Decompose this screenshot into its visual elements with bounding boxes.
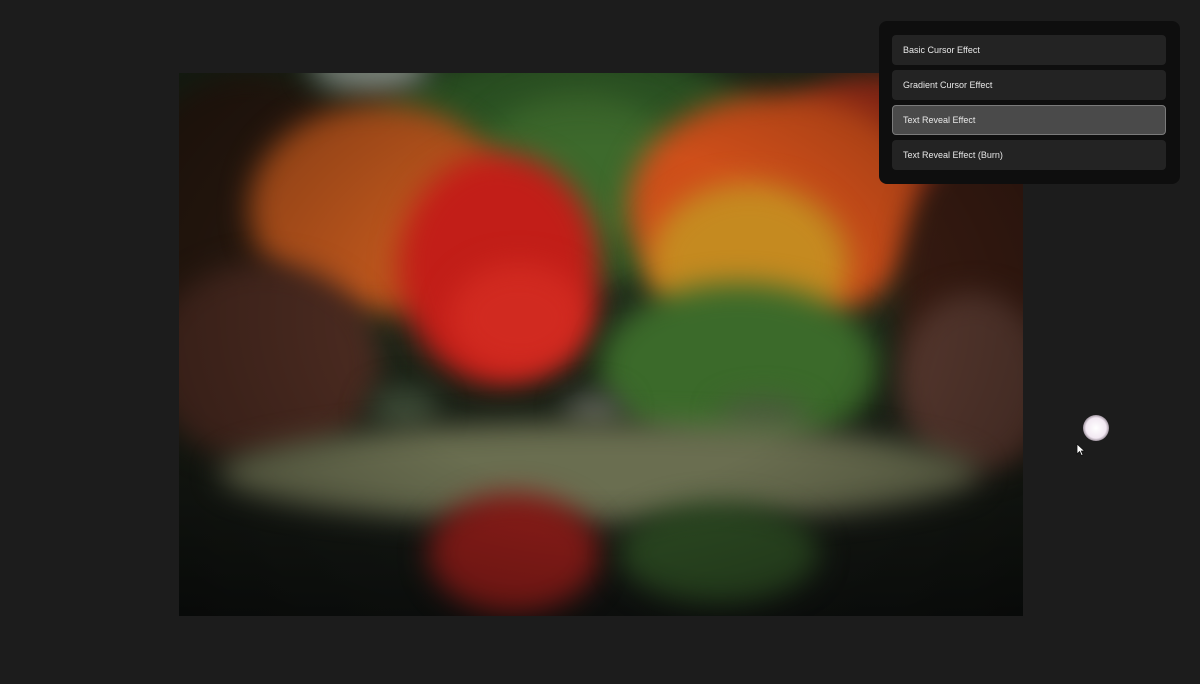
effects-menu: Basic Cursor Effect Gradient Cursor Effe… xyxy=(879,21,1180,184)
menu-item-gradient-cursor-effect[interactable]: Gradient Cursor Effect xyxy=(892,70,1166,100)
menu-item-text-reveal-effect-burn[interactable]: Text Reveal Effect (Burn) xyxy=(892,140,1166,170)
mouse-pointer-icon xyxy=(1076,443,1086,457)
menu-item-basic-cursor-effect[interactable]: Basic Cursor Effect xyxy=(892,35,1166,65)
menu-item-text-reveal-effect[interactable]: Text Reveal Effect xyxy=(892,105,1166,135)
cursor-glow-icon xyxy=(1083,415,1109,441)
